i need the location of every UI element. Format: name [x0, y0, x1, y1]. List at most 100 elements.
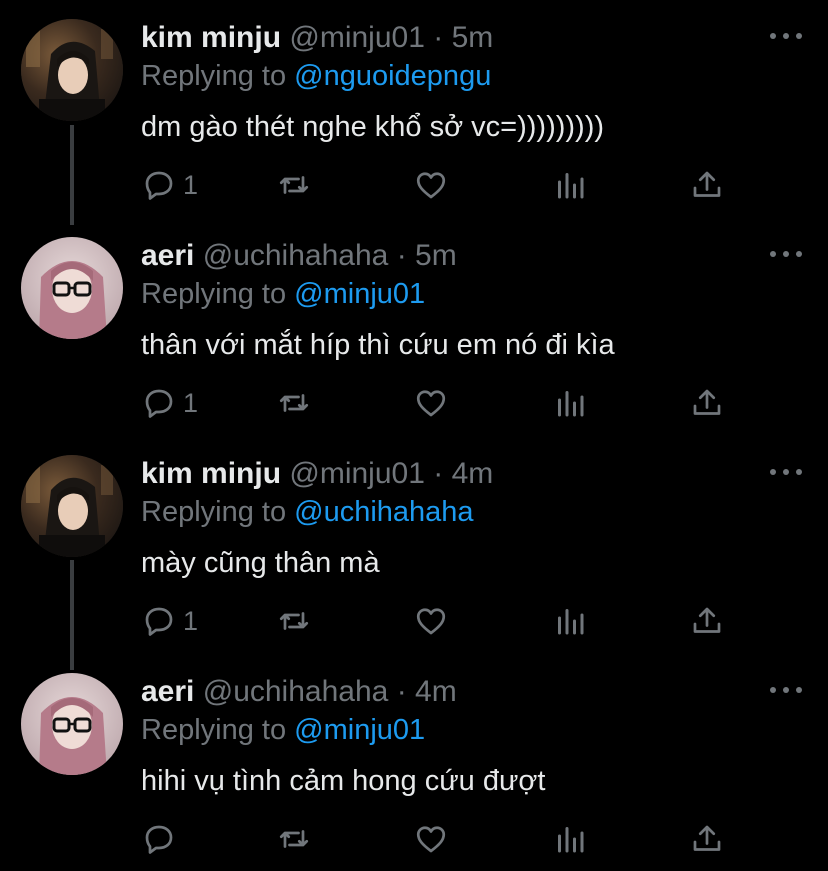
separator-dot: ·	[396, 675, 407, 708]
share-button[interactable]	[689, 165, 725, 205]
avatar[interactable]	[21, 673, 123, 775]
retweet-icon	[279, 176, 309, 194]
retweet-button[interactable]	[276, 165, 312, 205]
analytics-icon	[558, 609, 584, 635]
reply-icon	[145, 389, 173, 418]
retweet-button[interactable]	[276, 383, 312, 423]
reply-icon	[145, 607, 173, 636]
replying-to-label: Replying to	[141, 278, 287, 310]
tweet-header: kim minju @minju01 · 4m	[141, 454, 493, 494]
avatar[interactable]	[21, 19, 123, 121]
separator-dot: ·	[433, 457, 444, 490]
display-name[interactable]: aeri	[141, 675, 194, 708]
reply-count: 1	[183, 387, 199, 418]
display-name[interactable]: kim minju	[141, 457, 281, 490]
separator-dot: ·	[396, 239, 407, 272]
tweet-header: aeri @uchihahaha · 5m	[141, 236, 457, 276]
avatar[interactable]	[21, 237, 123, 339]
avatar[interactable]	[21, 455, 123, 557]
more-options-icon[interactable]	[770, 462, 802, 482]
retweet-icon	[279, 830, 309, 848]
kim-minju-avatar	[21, 19, 123, 121]
reply-button[interactable]: 1	[141, 383, 198, 423]
reply-thread: kim minju @minju01 · 5m Replying to @ngu…	[0, 0, 828, 871]
kim-minju-avatar	[21, 455, 123, 557]
tweet-actions: 1	[141, 601, 741, 641]
more-options-icon[interactable]	[770, 680, 802, 700]
more-options-icon[interactable]	[770, 26, 802, 46]
timestamp[interactable]: 4m	[415, 675, 457, 708]
tweet-text: mày cũng thân mà	[141, 547, 380, 579]
share-icon	[693, 825, 721, 851]
retweet-icon	[279, 394, 309, 412]
share-icon	[693, 171, 721, 197]
tweet-header: kim minju @minju01 · 5m	[141, 18, 493, 58]
analytics-icon	[558, 827, 584, 853]
display-name[interactable]: kim minju	[141, 21, 281, 54]
reply-button[interactable]: 1	[141, 165, 198, 205]
like-icon	[416, 390, 446, 417]
more-options-icon[interactable]	[770, 244, 802, 264]
tweet-header: aeri @uchihahaha · 4m	[141, 672, 457, 712]
tweet-text: hihi vụ tình cảm hong cứu đượt	[141, 765, 546, 797]
user-handle[interactable]: @minju01	[289, 457, 425, 490]
user-handle[interactable]: @uchihahaha	[203, 239, 389, 272]
reply-icon	[145, 171, 173, 200]
reply-icon	[145, 825, 173, 854]
replying-to-label: Replying to	[141, 714, 287, 746]
timestamp[interactable]: 5m	[415, 239, 457, 272]
like-button[interactable]	[413, 165, 449, 205]
share-button[interactable]	[689, 383, 725, 423]
like-button[interactable]	[413, 819, 449, 859]
tweet-actions: 1	[141, 165, 741, 205]
like-icon	[416, 172, 446, 199]
user-handle[interactable]: @minju01	[289, 21, 425, 54]
share-icon	[693, 389, 721, 415]
analytics-button[interactable]	[552, 601, 588, 641]
tweet[interactable]: kim minju @minju01 · 4m Replying to @uch…	[0, 436, 828, 654]
retweet-button[interactable]	[276, 819, 312, 859]
like-button[interactable]	[413, 601, 449, 641]
replying-to: Replying to @uchihahaha	[141, 493, 474, 531]
tweet[interactable]: aeri @uchihahaha · 4m Replying to @minju…	[0, 654, 828, 871]
tweet-actions	[141, 819, 741, 859]
retweet-button[interactable]	[276, 601, 312, 641]
mention-link[interactable]: @minju01	[294, 278, 425, 310]
timestamp[interactable]: 5m	[452, 21, 494, 54]
like-icon	[416, 608, 446, 635]
replying-to: Replying to @minju01	[141, 711, 425, 749]
analytics-icon	[558, 391, 584, 417]
share-icon	[693, 607, 721, 633]
tweet[interactable]: aeri @uchihahaha · 5m Replying to @minju…	[0, 218, 828, 436]
like-button[interactable]	[413, 383, 449, 423]
tweet-text: dm gào thét nghe khổ sở vc=)))))))))	[141, 111, 605, 143]
like-icon	[416, 826, 446, 853]
replying-to-label: Replying to	[141, 60, 287, 92]
reply-button[interactable]	[141, 819, 183, 859]
separator-dot: ·	[433, 21, 444, 54]
tweet-actions: 1	[141, 383, 741, 423]
replying-to: Replying to @minju01	[141, 275, 425, 313]
reply-count: 1	[183, 605, 199, 636]
display-name[interactable]: aeri	[141, 239, 194, 272]
share-button[interactable]	[689, 601, 725, 641]
aeri-avatar	[21, 237, 123, 339]
tweet[interactable]: kim minju @minju01 · 5m Replying to @ngu…	[0, 0, 828, 218]
analytics-icon	[558, 173, 584, 199]
mention-link[interactable]: @uchihahaha	[294, 496, 473, 528]
share-button[interactable]	[689, 819, 725, 859]
tweet-text: thân với mắt híp thì cứu em nó đi kìa	[141, 329, 615, 361]
replying-to: Replying to @nguoidepngu	[141, 57, 491, 95]
mention-link[interactable]: @minju01	[294, 714, 425, 746]
reply-button[interactable]: 1	[141, 601, 198, 641]
aeri-avatar	[21, 673, 123, 775]
analytics-button[interactable]	[552, 383, 588, 423]
timestamp[interactable]: 4m	[452, 457, 494, 490]
reply-count: 1	[183, 169, 199, 200]
analytics-button[interactable]	[552, 819, 588, 859]
replying-to-label: Replying to	[141, 496, 287, 528]
mention-link[interactable]: @nguoidepngu	[294, 60, 491, 92]
retweet-icon	[279, 612, 309, 630]
user-handle[interactable]: @uchihahaha	[203, 675, 389, 708]
analytics-button[interactable]	[552, 165, 588, 205]
